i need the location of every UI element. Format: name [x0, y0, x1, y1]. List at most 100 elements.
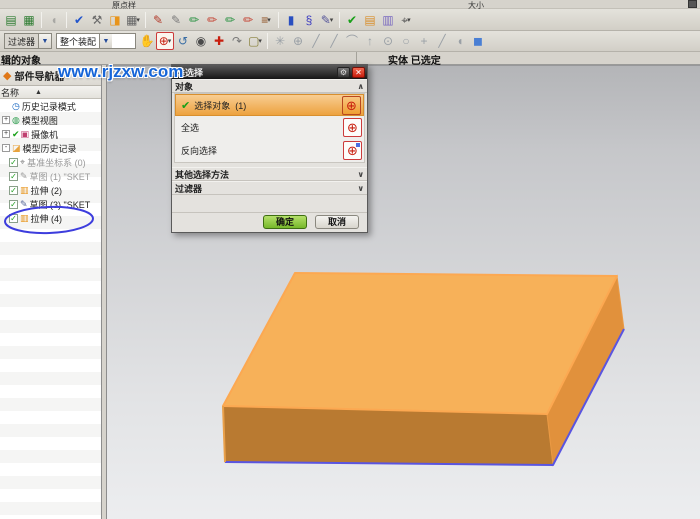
sketch-pencil-icon[interactable]: ✎ ▾: [318, 11, 336, 29]
tree-item-model-views[interactable]: + ◍ 模型视图: [0, 113, 101, 127]
binder-icon[interactable]: ▮: [282, 11, 300, 29]
extrude-box-icon[interactable]: ◨: [106, 11, 124, 29]
tree-item-sketch-3[interactable]: ✓ ✎ 草图 (3) "SKET: [0, 197, 101, 211]
expression-edit-icon[interactable]: ▦ ▾: [124, 11, 142, 29]
sketch-on-path-icon[interactable]: ✎: [149, 11, 167, 29]
dialog-close-icon[interactable]: ✕: [352, 66, 365, 78]
slab-front-face[interactable]: [222, 405, 554, 466]
rectangle-select-icon[interactable]: ▢ ▾: [246, 32, 264, 50]
dropdown-arrow-icon[interactable]: ▾: [407, 16, 411, 24]
select-object-icon[interactable]: ⊕ ▾: [156, 32, 174, 50]
csys-icon: ⌖: [20, 156, 26, 167]
sketch-oh-icon[interactable]: ✏: [239, 11, 257, 29]
snap-tangent-icon[interactable]: ╱: [433, 32, 451, 50]
slab-top-face[interactable]: [222, 272, 618, 415]
crosshair-icon: ⊕: [346, 97, 357, 113]
sketch-curve-icon[interactable]: ✎: [167, 11, 185, 29]
select-all-button[interactable]: ⊕: [343, 118, 362, 137]
csys-display-icon[interactable]: ⌖ ▾: [397, 11, 415, 29]
inverse-selection-button[interactable]: ⊕: [343, 141, 362, 160]
curve-hook-icon: ↷: [231, 34, 243, 48]
dropdown-arrow-icon[interactable]: ▾: [330, 16, 334, 24]
visibility-checkbox[interactable]: ✓: [9, 171, 18, 181]
tree-item-label: 模型视图: [21, 115, 58, 126]
apply-check-icon[interactable]: ✔: [70, 11, 88, 29]
ok-button[interactable]: 确定: [263, 215, 307, 229]
select-objects-crosshair-button[interactable]: ⊕: [342, 95, 361, 115]
undo-icon[interactable]: ↺: [174, 32, 192, 50]
dropdown-arrow-icon[interactable]: ▾: [267, 16, 271, 24]
chevron-up-icon[interactable]: ∧: [358, 82, 365, 91]
visibility-checkbox[interactable]: ✓: [9, 199, 18, 209]
tree-expander-icon[interactable]: -: [2, 144, 10, 152]
spring-icon[interactable]: §: [300, 11, 318, 29]
snap-line1-icon[interactable]: ╱: [307, 32, 325, 50]
combo-dropdown-icon[interactable]: ▼: [99, 34, 113, 48]
dropdown-arrow-icon[interactable]: ▾: [258, 37, 262, 45]
snap-circle-icon[interactable]: ○: [397, 32, 415, 50]
tree-expander-icon[interactable]: +: [2, 130, 10, 138]
point-add-icon[interactable]: ✚: [210, 32, 228, 50]
list-hand-icon[interactable]: ≡ ▾: [257, 11, 275, 29]
snap-quadrant-icon[interactable]: ◖: [451, 32, 469, 50]
tag-icon[interactable]: ◖: [45, 11, 63, 29]
tree-expander-icon[interactable]: +: [2, 116, 10, 124]
select-objects-row[interactable]: ✔ 选择对象 (1) ⊕: [175, 94, 364, 116]
sketch-os1-icon[interactable]: ✏: [203, 11, 221, 29]
window-grid-icon[interactable]: [688, 0, 697, 8]
tree-item-sketch-1[interactable]: ✓ ✎ 草图 (1) "SKET: [0, 169, 101, 183]
chevron-down-icon[interactable]: ∨: [358, 184, 365, 193]
tree-item-model-history[interactable]: - ◪ 模型历史记录: [0, 141, 101, 155]
stack-plates-icon: ▤: [364, 12, 376, 27]
selection-scope-combo[interactable]: 整个装配 ▼: [56, 33, 136, 49]
verify-check-icon[interactable]: ✔: [343, 11, 361, 29]
snap-point-on-curve-icon[interactable]: ↑: [361, 32, 379, 50]
curve-hook-icon[interactable]: ↷: [228, 32, 246, 50]
datum-layers-icon[interactable]: ▤: [2, 11, 20, 29]
crosshair-icon: ⊕: [347, 120, 358, 135]
layer-settings-icon[interactable]: ▦: [20, 11, 38, 29]
chevron-down-icon[interactable]: ∨: [358, 170, 365, 179]
snap-arc-icon[interactable]: ⌒: [343, 32, 361, 50]
tree-item-datum-csys[interactable]: ✓ ⌖ 基准坐标系 (0): [0, 155, 101, 169]
snap-arc-icon: ⌒: [345, 34, 358, 48]
cue-text: 辑的对象: [1, 56, 41, 67]
dialog-options-gear-icon[interactable]: ⚙: [337, 66, 350, 78]
sketch-oh-icon: ✏: [242, 12, 254, 27]
objects-group-body: ✔ 选择对象 (1) ⊕ 全选 ⊕ 反向选择 ⊕: [174, 93, 365, 163]
dropdown-arrow-icon[interactable]: ▾: [168, 37, 172, 45]
snap-intersection-icon[interactable]: +: [415, 32, 433, 50]
no-filter-hand-icon[interactable]: ✋: [138, 32, 156, 50]
visibility-checkbox[interactable]: ✓: [9, 213, 18, 223]
solid-cube-icon[interactable]: ◼: [469, 32, 487, 50]
toolbar-caption-origin: 原点样: [112, 1, 136, 10]
tree-item-extrude-4[interactable]: ✓ ▥ 拉伸 (4): [0, 211, 101, 225]
dropdown-arrow-icon[interactable]: ▾: [136, 16, 140, 24]
snap-scatter-icon[interactable]: ✳: [271, 32, 289, 50]
snap-midpoint-icon[interactable]: ⊕: [289, 32, 307, 50]
tree-item-history-mode[interactable]: ◷ 历史记录模式: [0, 99, 101, 113]
section-objects[interactable]: 对象 ∧: [172, 79, 367, 93]
tree-column-header[interactable]: 名称 ▲: [0, 86, 101, 99]
shaded-sphere-icon[interactable]: ◉: [192, 32, 210, 50]
tree-item-cameras[interactable]: + ✔ ▣ 摄像机: [0, 127, 101, 141]
snap-center-icon[interactable]: ⊙: [379, 32, 397, 50]
visibility-checkbox[interactable]: ✓: [9, 157, 18, 167]
cancel-button[interactable]: 取消: [315, 215, 359, 229]
combo-dropdown-icon[interactable]: ▼: [38, 34, 51, 48]
sort-ascending-icon[interactable]: ▲: [35, 89, 42, 96]
visibility-checkbox[interactable]: ✓: [9, 185, 18, 195]
section-filters[interactable]: 过滤器 ∨: [172, 181, 367, 195]
type-filter-combo[interactable]: 过滤器 ▼: [4, 33, 52, 49]
section-other-methods[interactable]: 其他选择方法 ∨: [172, 167, 367, 181]
sketch-gs2-icon[interactable]: ✏: [221, 11, 239, 29]
sketch-gs1-icon[interactable]: ✏: [185, 11, 203, 29]
snap-line2-icon[interactable]: ╱: [325, 32, 343, 50]
toolbar-separator: [339, 11, 340, 28]
stack-plates-icon[interactable]: ▤: [361, 11, 379, 29]
clipboard-measure-icon[interactable]: ▥: [379, 11, 397, 29]
dialog-title-bar[interactable]: 类选择 ⚙ ✕: [172, 65, 367, 79]
hammer-tools-icon[interactable]: ⚒: [88, 11, 106, 29]
tree-item-extrude-2[interactable]: ✓ ▥ 拉伸 (2): [0, 183, 101, 197]
toolbar-separator: [267, 33, 268, 49]
